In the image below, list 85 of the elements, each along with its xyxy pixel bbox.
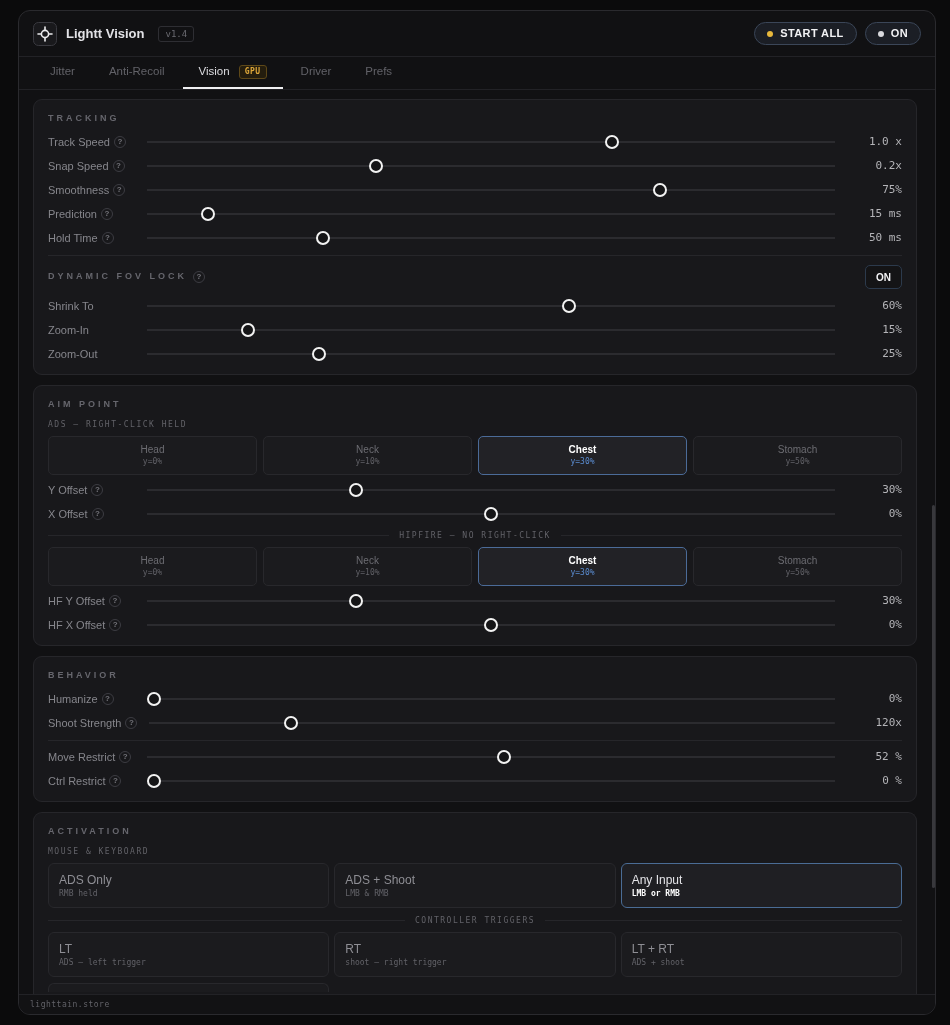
aim-option[interactable]: Chest y=30%: [478, 436, 687, 475]
group-caption: CONTROLLER TRIGGERS: [415, 916, 535, 925]
slider-thumb[interactable]: [200, 207, 215, 221]
footer-text: lighttain.store: [30, 998, 110, 1011]
section-title: AIM POINT: [48, 399, 122, 409]
slider-thumb[interactable]: [147, 774, 161, 788]
slider-label: Move Restrict: [48, 749, 116, 765]
slider-thumb[interactable]: [484, 618, 498, 632]
tab[interactable]: Anti-Recoil: [92, 57, 181, 89]
slider-thumb[interactable]: [561, 299, 576, 313]
toggle-button[interactable]: ON: [865, 265, 902, 289]
slider-value: 15%: [881, 321, 902, 338]
slider-label: HF Y Offset: [48, 593, 105, 609]
slider-value: 0 %: [881, 772, 902, 789]
slider-label: HF X Offset: [48, 617, 106, 633]
slider-thumb[interactable]: [349, 483, 364, 497]
group-caption: MOUSE & KEYBOARD: [48, 847, 150, 856]
tab[interactable]: Driver: [284, 57, 348, 89]
slider-value: 0%: [887, 690, 902, 707]
slider-label: Zoom-Out: [48, 346, 98, 362]
section-title: ACTIVATION: [48, 826, 132, 836]
tab[interactable]: Vision GPU: [182, 57, 283, 89]
header-button[interactable]: ON: [864, 22, 921, 45]
version-label: v1.4: [158, 25, 195, 42]
slider-value: 0%: [887, 616, 902, 633]
slider-thumb[interactable]: [315, 231, 330, 245]
mode-option[interactable]: Any Input LMB or RMB: [620, 863, 902, 908]
group-caption: HIPFIRE — NO RIGHT-CLICK: [399, 531, 551, 540]
slider-value: 0%: [887, 505, 902, 522]
slider-label: Hold Time: [48, 230, 98, 246]
aim-option[interactable]: Head y=0%: [48, 547, 257, 586]
slider-value: 30%: [881, 592, 902, 609]
aim-option[interactable]: Stomach y=50%: [693, 436, 902, 475]
slider-value: 0.2x: [874, 157, 902, 174]
slider-label: X Offset: [48, 506, 88, 522]
section-title: BEHAVIOR: [48, 670, 119, 680]
header-button[interactable]: START ALL: [754, 22, 857, 45]
crosshair-icon: [33, 21, 57, 46]
slider-label: Smoothness: [48, 182, 110, 198]
mode-option[interactable]: RT shoot — right trigger: [334, 932, 616, 977]
slider-label: Y Offset: [48, 482, 88, 498]
slider-value: 1.0 x: [867, 133, 902, 150]
slider-thumb[interactable]: [484, 507, 498, 521]
tab[interactable]: Jitter: [34, 57, 91, 89]
slider-thumb[interactable]: [497, 750, 512, 764]
mode-option[interactable]: ADS Only RMB held: [48, 863, 330, 908]
slider-value: 52 %: [874, 748, 902, 765]
mode-option[interactable]: LT + RT ADS + shoot: [620, 932, 902, 977]
section-title: TRACKING: [48, 113, 120, 123]
slider-value: 30%: [881, 481, 902, 498]
aim-option[interactable]: Neck y=10%: [263, 436, 472, 475]
group-caption: ADS — RIGHT-CLICK HELD: [48, 420, 187, 429]
subsection-title: DYNAMIC FOV LOCK: [48, 270, 187, 284]
app-title: Lightt Vision: [66, 24, 145, 43]
scrollbar-thumb[interactable]: [932, 505, 935, 888]
slider-thumb[interactable]: [369, 159, 384, 173]
aim-option[interactable]: Stomach y=50%: [693, 547, 902, 586]
slider-thumb[interactable]: [241, 323, 256, 337]
tab[interactable]: Prefs: [349, 57, 409, 89]
slider-value: 50 ms: [867, 229, 902, 246]
aim-option[interactable]: Neck y=10%: [263, 547, 472, 586]
aim-option[interactable]: Head y=0%: [48, 436, 257, 475]
slider-label: Prediction: [48, 206, 97, 222]
slider-label: Ctrl Restrict: [48, 773, 106, 789]
tab-badge: GPU: [238, 65, 267, 79]
slider-label: Shoot Strength: [48, 715, 122, 731]
slider-value: 120x: [874, 714, 902, 731]
slider-label: Snap Speed: [48, 158, 109, 174]
slider-value: 25%: [881, 345, 902, 362]
slider-value: 60%: [881, 297, 902, 314]
aim-option[interactable]: Chest y=30%: [478, 547, 687, 586]
slider-thumb[interactable]: [147, 692, 161, 706]
slider-thumb[interactable]: [312, 347, 327, 361]
slider-label: Track Speed: [48, 134, 110, 150]
slider-thumb[interactable]: [605, 135, 620, 149]
slider-thumb[interactable]: [652, 183, 667, 197]
slider-label: Humanize: [48, 691, 98, 707]
mode-option[interactable]: ADS + Shoot LMB & RMB: [334, 863, 616, 908]
slider-value: 75%: [881, 181, 902, 198]
slider-thumb[interactable]: [283, 716, 298, 730]
slider-thumb[interactable]: [349, 594, 364, 608]
mode-option[interactable]: LT ADS — left trigger: [48, 932, 330, 977]
slider-label: Shrink To: [48, 298, 94, 314]
slider-label: Zoom-In: [48, 322, 89, 338]
slider-value: 15 ms: [867, 205, 902, 222]
